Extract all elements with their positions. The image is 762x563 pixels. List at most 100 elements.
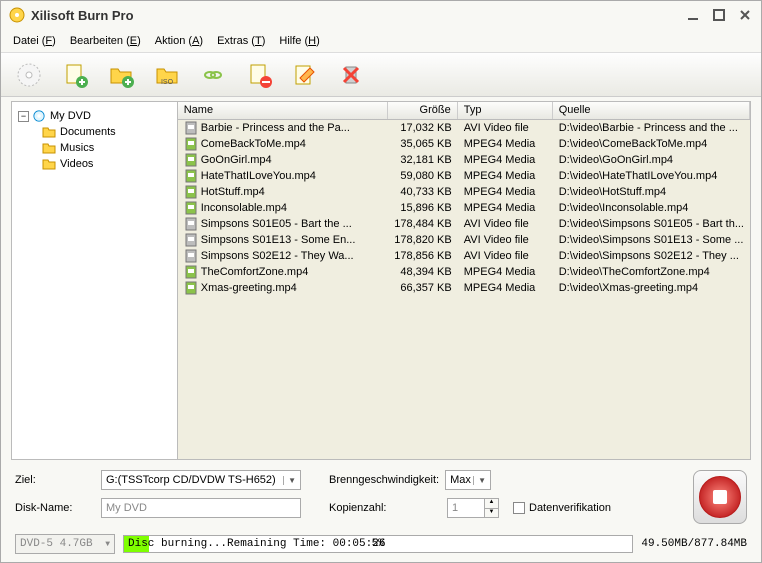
file-name: Inconsolable.mp4 xyxy=(201,202,287,214)
file-source: D:\video\HotStuff.mp4 xyxy=(553,186,750,198)
col-name[interactable]: Name xyxy=(178,102,388,119)
menu-file[interactable]: Datei (F) xyxy=(13,35,56,47)
file-size: 178,856 KB xyxy=(388,250,458,262)
close-button[interactable] xyxy=(737,7,753,23)
col-size[interactable]: Größe xyxy=(388,102,458,119)
erase-icon[interactable] xyxy=(337,61,365,89)
tree-root[interactable]: − My DVD xyxy=(16,108,173,124)
burn-button[interactable] xyxy=(693,470,747,524)
file-name: Simpsons S01E13 - Some En... xyxy=(201,234,356,246)
folder-icon xyxy=(42,126,56,138)
maximize-button[interactable] xyxy=(711,7,727,23)
table-row[interactable]: Simpsons S01E05 - Bart the ...178,484 KB… xyxy=(178,216,750,232)
file-icon xyxy=(184,265,198,279)
file-name: ComeBackToMe.mp4 xyxy=(201,138,306,150)
speed-label: Brenngeschwindigkeit: xyxy=(329,474,439,486)
new-disc-icon[interactable] xyxy=(15,61,43,89)
edit-icon[interactable] xyxy=(291,61,319,89)
menu-help[interactable]: Hilfe (H) xyxy=(279,35,319,47)
file-type: MPEG4 Media xyxy=(458,282,553,294)
folder-icon xyxy=(42,158,56,170)
col-type[interactable]: Typ xyxy=(458,102,553,119)
table-row[interactable]: Simpsons S02E12 - They Wa...178,856 KBAV… xyxy=(178,248,750,264)
file-icon xyxy=(184,201,198,215)
target-combo[interactable]: G:(TSSTcorp CD/DVDW TS-H652)▼ xyxy=(101,470,301,490)
file-source: D:\video\GoOnGirl.mp4 xyxy=(553,154,750,166)
table-row[interactable]: HateThatILoveYou.mp459,080 KBMPEG4 Media… xyxy=(178,168,750,184)
status-bar: DVD-5 4.7GB▼ Disc burning...Remaining Ti… xyxy=(1,532,761,562)
spin-down[interactable]: ▼ xyxy=(485,509,498,518)
file-name: HotStuff.mp4 xyxy=(201,186,265,198)
file-name: HateThatILoveYou.mp4 xyxy=(201,170,316,182)
verify-checkbox[interactable] xyxy=(513,502,525,514)
file-icon xyxy=(184,233,198,247)
chevron-down-icon: ▼ xyxy=(105,540,110,549)
file-icon xyxy=(184,281,198,295)
table-row[interactable]: Inconsolable.mp4 15,896 KBMPEG4 MediaD:\v… xyxy=(178,200,750,216)
file-source: D:\video\Barbie - Princess and the ... xyxy=(553,122,750,134)
file-type: MPEG4 Media xyxy=(458,138,553,150)
table-row[interactable]: TheComfortZone.mp448,394 KBMPEG4 MediaD:… xyxy=(178,264,750,280)
file-size: 178,820 KB xyxy=(388,234,458,246)
iso-icon[interactable]: ISO xyxy=(153,61,181,89)
file-type: AVI Video file xyxy=(458,234,553,246)
file-source: D:\video\Inconsolable.mp4 xyxy=(553,202,750,214)
bottom-panel: Ziel: G:(TSSTcorp CD/DVDW TS-H652)▼ Bren… xyxy=(1,460,761,532)
file-size: 35,065 KB xyxy=(388,138,458,150)
app-window: Xilisoft Burn Pro Datei (F) Bearbeiten (… xyxy=(0,0,762,563)
spin-up[interactable]: ▲ xyxy=(485,499,498,509)
app-icon xyxy=(9,7,25,23)
file-source: D:\video\HateThatILoveYou.mp4 xyxy=(553,170,750,182)
collapse-icon[interactable]: − xyxy=(18,111,29,122)
speed-combo[interactable]: Max▼ xyxy=(445,470,491,490)
table-row[interactable]: HotStuff.mp440,733 KBMPEG4 MediaD:\video… xyxy=(178,184,750,200)
file-source: D:\video\Simpsons S01E13 - Some ... xyxy=(553,234,750,246)
file-source: D:\video\ComeBackToMe.mp4 xyxy=(553,138,750,150)
menu-edit[interactable]: Bearbeiten (E) xyxy=(70,35,141,47)
file-size: 15,896 KB xyxy=(388,202,458,214)
table-row[interactable]: Barbie - Princess and the Pa...17,032 KB… xyxy=(178,120,750,136)
file-icon xyxy=(184,217,198,231)
link-icon[interactable] xyxy=(199,61,227,89)
folder-icon xyxy=(42,142,56,154)
disc-name-label: Disk-Name: xyxy=(15,502,101,514)
col-source[interactable]: Quelle xyxy=(553,102,750,119)
menu-extras[interactable]: Extras (T) xyxy=(217,35,265,47)
add-folder-icon[interactable] xyxy=(107,61,135,89)
add-file-icon[interactable] xyxy=(61,61,89,89)
tree-root-label: My DVD xyxy=(50,110,91,122)
table-row[interactable]: Simpsons S01E13 - Some En... 178,820 KBAV… xyxy=(178,232,750,248)
tree-panel: − My DVD DocumentsMusics Videos xyxy=(12,102,178,459)
file-name: GoOnGirl.mp4 xyxy=(201,154,272,166)
app-title: Xilisoft Burn Pro xyxy=(31,8,685,23)
file-name: Simpsons S02E12 - They Wa... xyxy=(201,250,354,262)
file-type: MPEG4 Media xyxy=(458,154,553,166)
menu-action[interactable]: Aktion (A) xyxy=(155,35,203,47)
disc-name-input[interactable] xyxy=(101,498,301,518)
tree-item-label: Videos xyxy=(60,158,93,170)
progress-bar: Disc burning...Remaining Time: 00:05:26 … xyxy=(123,535,633,553)
table-row[interactable]: ComeBackToMe.mp4 35,065 KBMPEG4 MediaD:\v… xyxy=(178,136,750,152)
file-size: 40,733 KB xyxy=(388,186,458,198)
table-row[interactable]: GoOnGirl.mp4 32,181 KBMPEG4 MediaD:\video… xyxy=(178,152,750,168)
file-size: 32,181 KB xyxy=(388,154,458,166)
table-row[interactable]: Xmas-greeting.mp466,357 KBMPEG4 MediaD:\… xyxy=(178,280,750,296)
list-header: Name Größe Typ Quelle xyxy=(178,102,750,120)
file-size: 66,357 KB xyxy=(388,282,458,294)
progress-percent: 5% xyxy=(372,538,385,550)
titlebar: Xilisoft Burn Pro xyxy=(1,1,761,29)
tree-item-videos[interactable]: Videos xyxy=(16,156,173,172)
file-source: D:\video\Simpsons S02E12 - They ... xyxy=(553,250,750,262)
file-icon xyxy=(184,137,198,151)
copies-input[interactable] xyxy=(447,498,485,518)
tree-item-documents[interactable]: Documents xyxy=(16,124,173,140)
remove-icon[interactable] xyxy=(245,61,273,89)
copies-label: Kopienzahl: xyxy=(329,502,447,514)
minimize-button[interactable] xyxy=(685,7,701,23)
tree-item-musics[interactable]: Musics xyxy=(16,140,173,156)
file-type: MPEG4 Media xyxy=(458,202,553,214)
media-combo[interactable]: DVD-5 4.7GB▼ xyxy=(15,534,115,554)
file-icon xyxy=(184,249,198,263)
verify-label: Datenverifikation xyxy=(529,502,611,514)
file-source: D:\video\TheComfortZone.mp4 xyxy=(553,266,750,278)
